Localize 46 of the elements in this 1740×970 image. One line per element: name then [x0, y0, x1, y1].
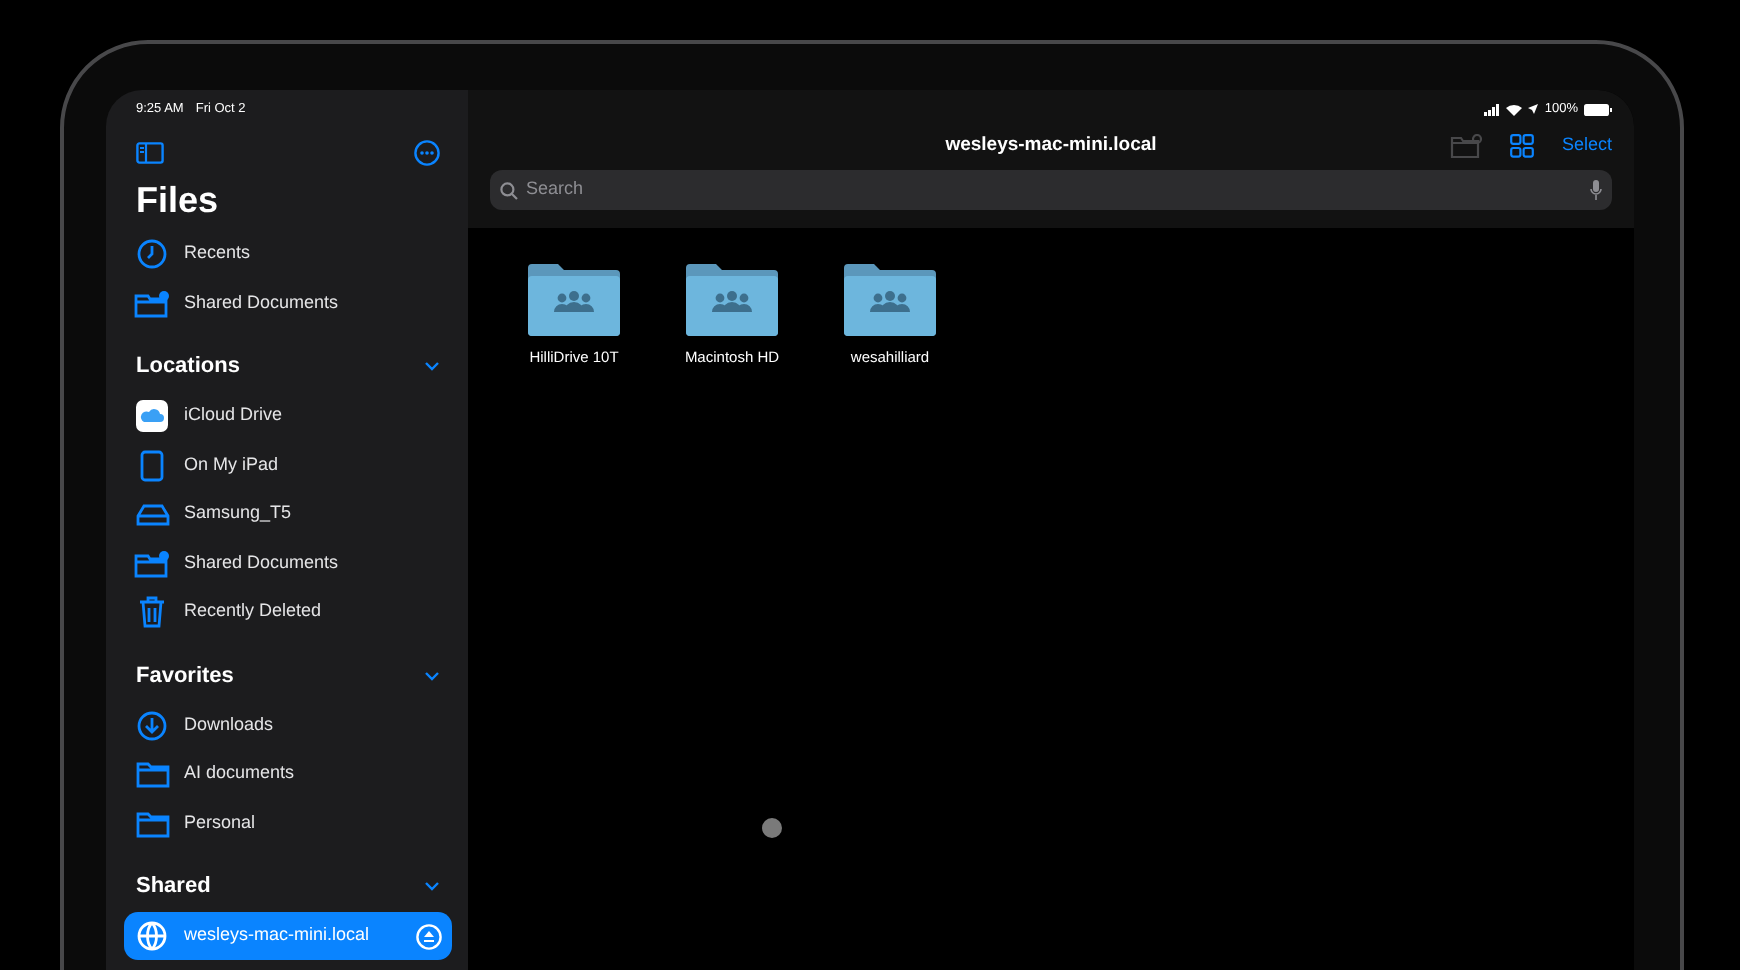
shared-folder-icon: [134, 289, 170, 317]
sidebar-item[interactable]: On My iPad: [124, 440, 452, 490]
select-button[interactable]: Select: [1561, 132, 1612, 160]
drive-icon: [135, 502, 169, 526]
sidebar-item[interactable]: Recents: [124, 229, 452, 279]
download-icon: [136, 709, 168, 741]
battery-icon: [1584, 103, 1612, 115]
sidebar-item[interactable]: Shared Documents: [124, 278, 452, 328]
search-bar[interactable]: Search: [490, 170, 1612, 210]
sidebar-item[interactable]: iCloud Drive: [124, 391, 452, 441]
section-header: Shared: [136, 872, 211, 902]
more-icon[interactable]: [414, 139, 440, 166]
clock-icon: [136, 238, 168, 270]
wifi-icon: [1506, 103, 1523, 115]
search-icon: [500, 181, 518, 199]
sidebar-item[interactable]: Downloads: [124, 700, 452, 750]
globe-icon: [136, 920, 168, 952]
section-header: Locations: [136, 352, 240, 382]
shared-folder-icon[interactable]: [526, 260, 622, 338]
tablet-icon: [136, 449, 168, 481]
folder-icon: [135, 809, 169, 837]
section-header: Favorites: [136, 661, 234, 691]
folder-path-title: wesleys-mac-mini.local: [945, 131, 1157, 160]
shared-folder-icon[interactable]: [842, 260, 938, 338]
sidebar-item[interactable]: Recently Deleted: [124, 587, 452, 637]
trash-icon: [138, 596, 166, 628]
sidebar-item[interactable]: AI documents: [124, 749, 452, 799]
shared-folder-icon[interactable]: [684, 260, 780, 338]
sidebar-toggle-icon[interactable]: [136, 141, 164, 164]
sidebar-title: Files: [136, 177, 221, 222]
sidebar-item[interactable]: Samsung_T5: [124, 489, 452, 539]
sidebar-item[interactable]: Shared Documents: [124, 538, 452, 588]
search-field[interactable]: Search: [526, 176, 1582, 204]
shared-folder-icon: [134, 549, 170, 577]
sidebar-item[interactable]: wesleys-mac-mini.local: [124, 911, 452, 961]
chevron-icon[interactable]: [424, 880, 440, 893]
cloud-icon: [136, 400, 168, 432]
folder-icon: [135, 760, 169, 788]
chevron-icon[interactable]: [424, 669, 440, 682]
eject-icon[interactable]: [416, 923, 442, 949]
microphone-icon[interactable]: [1590, 180, 1602, 200]
sidebar-item[interactable]: Personal: [124, 798, 452, 848]
grid-view-icon[interactable]: [1509, 134, 1534, 158]
location-icon: [1528, 104, 1539, 114]
chevron-icon[interactable]: [424, 360, 440, 373]
signal-icon: [1484, 103, 1501, 115]
